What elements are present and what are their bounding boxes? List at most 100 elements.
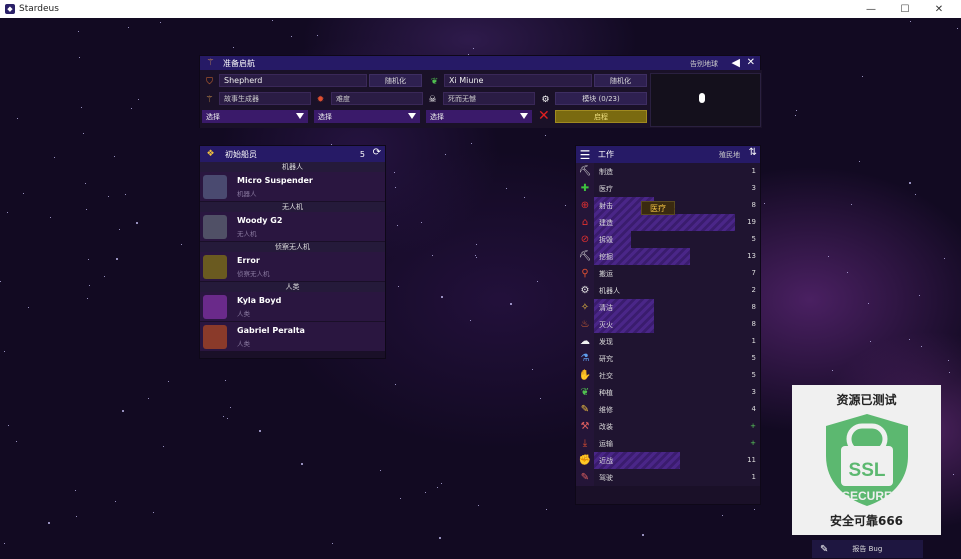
chevron-down-icon [520,113,528,119]
job-count: 4 [751,404,756,413]
back-arrow-icon[interactable]: ◀ [732,56,740,69]
star [476,257,478,259]
refresh-icon[interactable]: ⟳ [373,147,381,158]
star [827,256,829,258]
job-count: 2 [751,285,756,294]
star [114,155,116,157]
close-icon[interactable]: ✕ [747,57,755,68]
job-name: 拆毁 [599,235,613,244]
job-bar: 运输 + [594,434,760,452]
star [332,542,334,544]
maximize-button[interactable]: ☐ [889,0,921,18]
star [832,370,834,372]
crew-type: 侦察无人机 [237,269,270,278]
star [162,445,164,447]
crew-member[interactable]: Gabriel Peralta 人类 [200,322,385,352]
star [291,35,293,37]
job-row[interactable]: ✧ 清洁 8 [576,298,760,316]
job-row[interactable]: ⤓ 运输 + [576,434,760,452]
job-row[interactable]: ✊ 近战 11 [576,451,760,469]
skull-icon: ☠ [428,94,437,105]
story-select[interactable]: 选择 [202,110,308,123]
star [135,222,138,225]
ssl-line2-text: SECURE [841,489,891,503]
star [439,537,442,540]
pickaxe-icon: ⛏ [576,162,594,180]
story-generator-field[interactable]: 故事生成器 [219,92,311,105]
captain-shield-icon: ⛉ [206,76,213,87]
death-mode-field[interactable]: 死而无憾 [443,92,535,105]
star [445,154,447,156]
job-name: 灭火 [599,320,613,329]
job-row[interactable]: ⛏ 挖掘 13 [576,247,760,265]
ai-name-input[interactable]: Xi Miune [444,74,592,87]
job-bar: 改装 + [594,417,760,435]
crew-list: 机器人 Micro Suspender 机器人 无人机 Woody G2 无人机 侦察无人机… [200,162,385,352]
crew-member[interactable]: Micro Suspender 机器人 [200,172,385,202]
story-select-value: 选择 [206,112,220,121]
map-label[interactable]: 告别地球 [690,59,718,69]
crew-member[interactable]: Kyla Boyd 人类 [200,292,385,322]
star [130,108,132,110]
star [858,161,860,163]
job-row[interactable]: ❦ 种植 3 [576,383,760,401]
job-row[interactable]: ✚ 医疗 3 [576,179,760,197]
close-button[interactable]: ✕ [923,0,955,18]
job-row[interactable]: ✋ 社交 5 [576,366,760,384]
job-row[interactable]: ⚒ 改装 + [576,417,760,435]
portrait-box [650,73,761,127]
job-bar: 研究 5 [594,349,760,367]
job-row[interactable]: ☁ 发现 1 [576,332,760,350]
job-row[interactable]: ⚗ 研究 5 [576,349,760,367]
job-fill [594,213,736,231]
start-button[interactable]: 启程 [555,110,647,123]
star [85,208,87,210]
difficulty-select-value: 选择 [318,112,332,121]
job-row[interactable]: ✎ 维修 4 [576,400,760,418]
star [225,379,227,381]
handshake-icon: ✋ [576,366,594,384]
job-row[interactable]: ♨ 灭火 8 [576,315,760,333]
star [152,512,154,514]
app-icon: ◆ [5,4,15,14]
job-row[interactable]: ⛏ 制造 1 [576,162,760,180]
randomize-ai-button[interactable]: 随机化 [594,74,647,87]
difficulty-select[interactable]: 选择 [314,110,420,123]
crew-name: Woody G2 [237,215,283,225]
difficulty-star-icon: ✹ [316,94,325,105]
star [440,296,443,299]
captain-name-input[interactable]: Shepherd [219,74,367,87]
mods-button[interactable]: 模块 (0/23) [555,92,647,105]
crew-panel: ❖ 初始船员 5 ⟳ 机器人 Micro Suspender 机器人 无人机 Woody… [199,145,386,359]
job-row[interactable]: ✎ 驾驶 1 [576,468,760,486]
mods-gear-icon: ⚙ [541,94,550,105]
job-count: 7 [751,268,756,277]
cancel-x-icon[interactable]: ✕ [538,108,550,124]
crew-avatar-icon [203,254,227,279]
minimize-button[interactable]: — [855,0,887,18]
star [393,172,395,174]
prepare-panel: ⚚ 准备启航 告别地球 ◀ ✕ ⛉ Shepherd 随机化 ❦ Xi Miun… [199,55,762,128]
ssl-top-text: 资源已测试 [836,393,897,407]
job-row[interactable]: ⚲ 搬运 7 [576,264,760,282]
sort-icon[interactable]: ⇅ [749,147,757,158]
star [147,398,149,400]
report-bug-button[interactable]: ✎ 报告 Bug [812,540,923,558]
job-name: 搬运 [599,269,613,278]
job-row[interactable]: ⌂ 建造 19 [576,213,760,231]
star [82,132,84,134]
star [301,463,304,466]
ssl-bottom-text: 安全可靠666 [829,514,904,528]
star [915,193,917,195]
star [6,212,8,214]
star [168,380,170,382]
job-row[interactable]: ⊘ 拆毁 5 [576,230,760,248]
job-row[interactable]: ⚙ 机器人 2 [576,281,760,299]
difficulty-field[interactable]: 难度 [331,92,423,105]
death-select[interactable]: 选择 [426,110,532,123]
randomize-captain-button[interactable]: 随机化 [369,74,422,87]
job-name: 发现 [599,337,613,346]
job-name: 维修 [599,405,613,414]
crew-member[interactable]: Error 侦察无人机 [200,252,385,282]
crew-member[interactable]: Woody G2 无人机 [200,212,385,242]
